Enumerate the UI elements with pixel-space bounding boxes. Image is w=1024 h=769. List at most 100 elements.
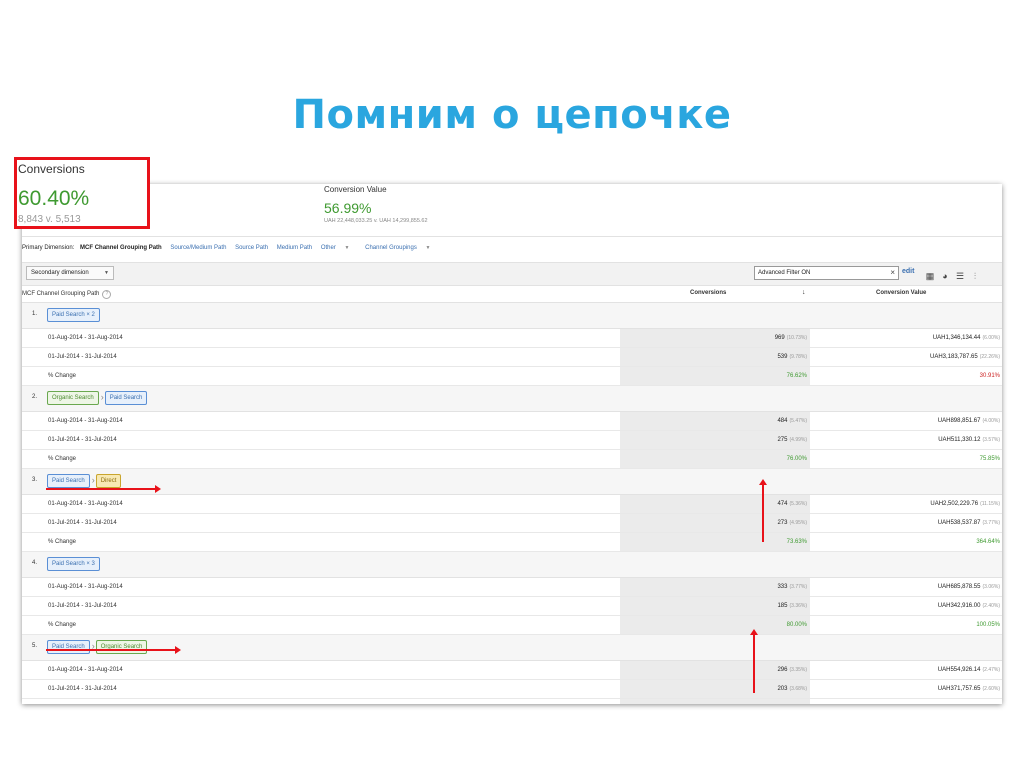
pie-view-icon[interactable]: ◕ [939,270,951,282]
percent-change-row: % Change 76.62% 30.91% [22,367,1002,386]
path-group-row[interactable]: 5. Paid Search › Organic Search [22,635,1002,661]
primary-dimension-label: Primary Dimension: [22,245,75,251]
column-header-conversions[interactable]: Conversions [690,290,726,296]
view-switcher: ▦ ◕ ☰ ⫶ [924,266,984,284]
conversions-count: 296 [777,667,788,673]
channel-chip-paid[interactable]: Paid Search [47,640,90,654]
conversions-cell: 273 (4.95%) [620,520,810,526]
conversion-value-amount: UAH3,183,787.65 [930,354,978,360]
channel-chip-organic[interactable]: Organic Search [47,391,99,405]
conversion-value-metric[interactable]: Conversion Value 56.99% UAH 22,448,033.2… [324,185,428,224]
column-header-path[interactable]: MCF Channel Grouping Path? [22,290,112,299]
channel-chip-organic[interactable]: Organic Search [95,640,148,654]
conversion-value-share: (3.06%) [982,584,1000,590]
conversions-count: 484 [777,418,788,424]
conversion-value-amount: UAH511,330.12 [938,437,981,443]
performance-view-icon[interactable]: ☰ [954,270,966,282]
sort-descending-icon[interactable]: ↓ [802,289,806,296]
conversions-metric-highlight[interactable]: Conversions 60.40% 8,843 v. 5,513 [14,157,150,229]
conversions-count: 185 [777,603,788,609]
conversions-count: 275 [777,437,788,443]
conversion-value-change: 75.85% [979,456,1000,462]
annotation-arrow-horizontal [46,646,181,654]
table-row: 01-Jul-2014 - 31-Jul-2014 275 (4.99%) UAH51… [22,431,1002,450]
table-row: 01-Jul-2014 - 31-Jul-2014 203 (3.68%) UAH37… [22,680,1002,699]
channel-path: Organic Search › Paid Search [47,391,148,405]
conversion-value-cell: UAH685,878.55 (3.06%) [810,584,1000,590]
conversions-cell: 969 (10.73%) [620,335,810,341]
conversion-value-comparison: UAH 22,448,033.25 v. UAH 14,299,855.62 [324,218,428,224]
channel-groupings-label: Channel Groupings [365,245,417,251]
conversion-value-amount: UAH2,502,229.76 [930,501,979,507]
conversions-change: 76.00% [620,456,810,462]
chevron-down-icon: ▼ [425,245,431,251]
help-icon[interactable]: ? [102,290,112,299]
channel-chip-paid[interactable]: Paid Search [47,474,90,488]
conversions-change: 80.00% [620,622,810,628]
conversion-value-amount: UAH342,916.00 [937,603,981,609]
percent-change-label: % Change [48,539,77,545]
dimension-source-path[interactable]: Source Path [235,245,268,251]
dimension-medium-path[interactable]: Medium Path [277,245,312,251]
table-row: 01-Jul-2014 - 31-Jul-2014 273 (4.95%) UAH53… [22,514,1002,533]
channel-chip-paid[interactable]: Paid Search × 3 [47,557,100,571]
conversions-change-value: 60.40% [18,187,90,210]
channel-path: Paid Search × 3 [47,557,101,571]
conversions-change: 73.63% [620,539,810,545]
row-index: 1. [32,311,38,317]
conversion-value-share: (4.00%) [982,418,1000,424]
channel-chip-paid[interactable]: Paid Search [104,391,148,405]
conversion-value-cell: UAH538,537.87 (3.77%) [810,520,1000,526]
conversions-count: 333 [777,584,788,590]
conversions-change: 76.62% [620,373,810,379]
conversions-count: 203 [777,686,788,692]
percent-change-row: % Change45.81%49.27% [22,699,1002,704]
close-icon[interactable]: × [890,267,895,279]
conversions-change-value: 80.00% [786,622,807,628]
dimension-other-dropdown[interactable]: Other ▼ [321,245,357,251]
filter-value: Advanced Filter ON [758,270,811,276]
channel-chip-direct[interactable]: Direct [95,474,122,488]
conversions-share: (3.35%) [789,667,807,673]
analytics-report-panel: Conversion Value 56.99% UAH 22,448,033.2… [22,184,1002,704]
date-range-label: 01-Jul-2014 - 31-Jul-2014 [48,354,117,360]
path-group-row[interactable]: 4. Paid Search × 3 [22,552,1002,578]
conversion-value-change: 30.91% [979,373,1000,379]
dimension-source-medium-path[interactable]: Source/Medium Path [170,245,226,251]
annotation-arrow-vertical [750,629,758,693]
conversions-share: (4.95%) [789,520,807,526]
table-view-icon[interactable]: ▦ [924,270,936,282]
channel-groupings-dropdown[interactable]: Channel Groupings ▼ [365,245,437,251]
table-row: 01-Aug-2014 - 31-Aug-2014 474 (5.36%) UAH2,… [22,495,1002,514]
secondary-dimension-select[interactable]: Secondary dimension ▼ [26,266,114,280]
path-group-row[interactable]: 2. Organic Search › Paid Search [22,386,1002,412]
conversion-value-amount: UAH554,926.14 [937,667,981,673]
dimension-mcf-channel-grouping-path[interactable]: MCF Channel Grouping Path [80,245,162,251]
channel-path: Paid Search › Direct [47,474,122,488]
table-toolbar: Secondary dimension ▼ Advanced Filter ON… [22,262,1002,286]
conversion-value-cell: UAH554,926.14 (2.47%) [810,667,1000,673]
conversion-value-change: 100.05% [976,622,1000,628]
filter-edit-link[interactable]: edit [902,268,914,275]
conversions-cell: 474 (5.36%) [620,501,810,507]
row-index: 5. [32,643,38,649]
conversion-value-share: (22.26%) [979,354,1000,360]
other-label: Other [320,245,336,251]
channel-chip-paid[interactable]: Paid Search × 2 [47,308,100,322]
path-group-row[interactable]: 3. Paid Search › Direct [22,469,1002,495]
path-group-row[interactable]: 1. Paid Search × 2 [22,303,1002,329]
conversion-value-cell: UAH898,851.67 (4.00%) [810,418,1000,424]
conversions-cell: 333 (3.77%) [620,584,810,590]
table-row: 01-Aug-2014 - 31-Aug-2014 296 (3.35%) UAH55… [22,661,1002,680]
comparison-view-icon[interactable]: ⫶ [969,270,981,282]
conversion-value-share: (6.00%) [982,335,1000,341]
conversions-cell: 539 (9.78%) [620,354,810,360]
advanced-filter-input[interactable]: Advanced Filter ON × [754,266,899,280]
conversion-value-amount: UAH1,346,134.44 [932,335,981,341]
conversions-share: (4.99%) [789,437,807,443]
conversions-share: (10.73%) [786,335,807,341]
column-header-conversion-value[interactable]: Conversion Value [876,290,926,296]
conversion-value-amount: UAH685,878.55 [937,584,981,590]
chevron-right-icon: › [91,475,95,485]
conversions-comparison: 8,843 v. 5,513 [18,214,81,225]
